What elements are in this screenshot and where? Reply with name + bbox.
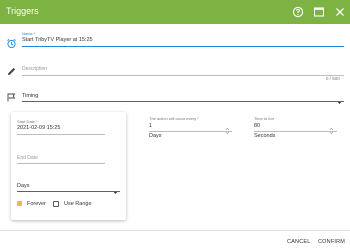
time-to-live-label: Time to live — [254, 116, 275, 121]
close-icon[interactable] — [333, 5, 347, 19]
interval-spinner-icon[interactable] — [225, 122, 230, 135]
dialog-title: Triggers — [6, 6, 39, 16]
repeat-unit-select[interactable]: Days — [17, 183, 30, 189]
pencil-icon — [6, 64, 17, 75]
start-date-label: Start Date * — [17, 119, 38, 124]
chevron-down-icon[interactable] — [336, 93, 343, 104]
type-select-underline — [22, 101, 344, 102]
alarm-clock-icon — [6, 36, 17, 49]
time-to-live-input[interactable]: 80 — [254, 123, 260, 129]
type-select[interactable]: Timing — [22, 93, 38, 99]
time-to-live-spinner-icon[interactable] — [329, 122, 334, 135]
confirm-button[interactable]: CONFIRM — [318, 239, 345, 245]
cancel-button[interactable]: CANCEL — [287, 239, 311, 245]
interval-underline — [149, 131, 232, 132]
dialog-header: Triggers — [0, 0, 350, 24]
flag-icon — [6, 90, 17, 102]
forever-checkbox[interactable] — [17, 201, 22, 214]
forever-label: Forever — [27, 201, 46, 207]
start-date-underline — [17, 134, 105, 135]
time-to-live-underline — [254, 131, 337, 132]
interval-unit: Days — [149, 133, 162, 139]
end-date-field[interactable]: End Date — [17, 155, 38, 161]
name-field[interactable]: Start TribyTV Player at 15:25 — [22, 37, 93, 43]
use-range-checkbox[interactable] — [53, 201, 59, 207]
use-range-label: Use Range — [64, 201, 92, 207]
footer-divider — [0, 230, 350, 231]
window-icon[interactable] — [312, 5, 326, 19]
name-field-label: Name * — [22, 31, 36, 36]
name-field-underline — [22, 46, 344, 47]
description-field[interactable]: Description — [22, 66, 47, 72]
chevron-down-icon[interactable] — [112, 183, 119, 194]
repeat-unit-underline — [17, 191, 120, 192]
description-counter: 0 / 500 — [326, 76, 340, 81]
time-to-live-unit: Seconds — [254, 133, 276, 139]
interval-label: The action will occur every * — [149, 116, 199, 121]
timing-card: Start Date * 2021-02-09 15:25 End Date D… — [11, 112, 126, 220]
interval-input[interactable]: 1 — [149, 123, 152, 129]
description-underline — [22, 75, 344, 76]
end-date-underline — [17, 163, 105, 164]
start-date-field[interactable]: 2021-02-09 15:25 — [17, 125, 60, 131]
help-circle-icon[interactable] — [291, 5, 305, 19]
